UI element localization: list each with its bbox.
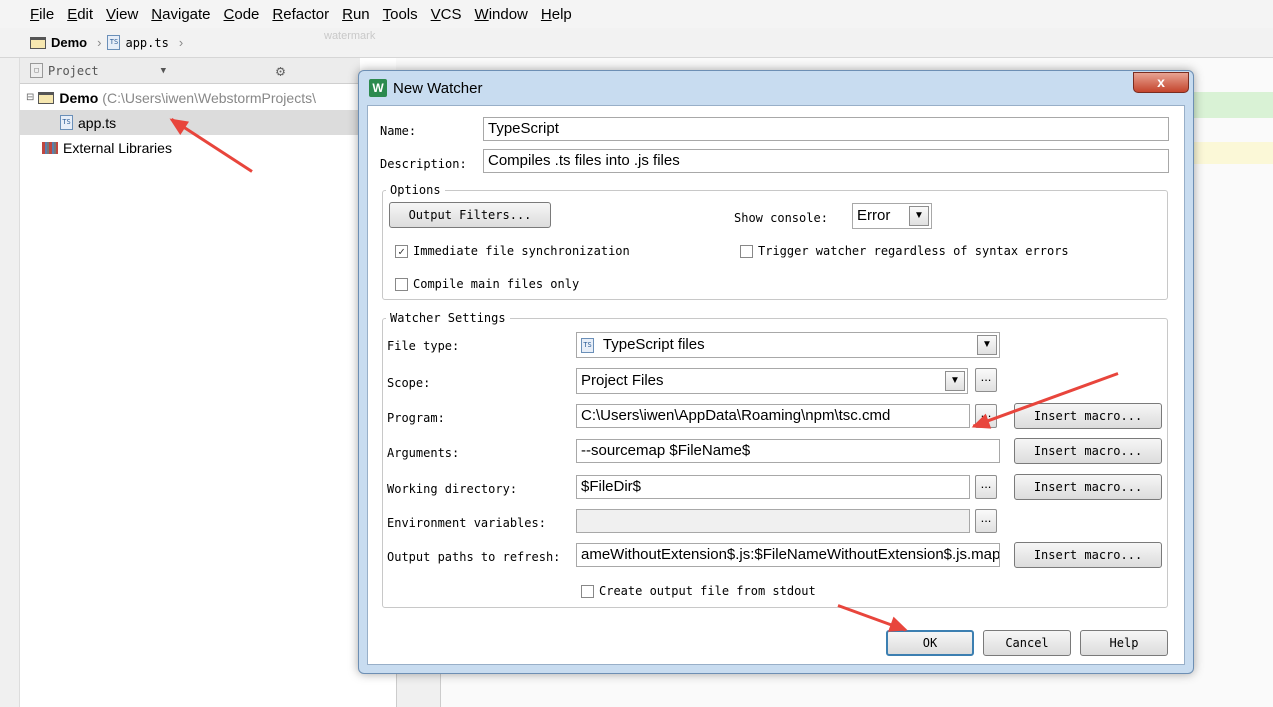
- project-panel-title[interactable]: Project: [48, 64, 99, 78]
- environment-variables-browse-button[interactable]: ...: [975, 509, 997, 533]
- checkbox-checked-icon: ✓: [395, 244, 408, 258]
- description-input[interactable]: Compiles .ts files into .js files: [483, 149, 1169, 173]
- tool-window-strip: [0, 58, 20, 707]
- output-filters-button[interactable]: Output Filters...: [389, 202, 551, 228]
- help-button[interactable]: Help: [1080, 630, 1168, 656]
- project-tree: ⊟ Demo (C:\Users\iwen\WebstormProjects\ …: [20, 85, 360, 160]
- arguments-input[interactable]: --sourcemap $FileName$: [576, 439, 1000, 463]
- editor-gutter: [396, 672, 441, 707]
- description-label: Description:: [380, 157, 467, 171]
- immediate-sync-checkbox[interactable]: ✓ Immediate file synchronization: [395, 244, 630, 258]
- output-paths-insert-macro-button[interactable]: Insert macro...: [1014, 542, 1162, 568]
- typescript-file-icon: TS: [581, 337, 594, 353]
- scope-label: Scope:: [387, 376, 431, 390]
- editor-highlight: [1190, 142, 1273, 164]
- working-directory-browse-button[interactable]: ...: [975, 475, 997, 499]
- menu-view[interactable]: View: [106, 6, 138, 23]
- chevron-down-icon[interactable]: ▼: [909, 206, 929, 226]
- menu-navigate[interactable]: Navigate: [151, 6, 210, 23]
- webstorm-icon: W: [369, 79, 387, 97]
- working-directory-insert-macro-button[interactable]: Insert macro...: [1014, 474, 1162, 500]
- program-insert-macro-button[interactable]: Insert macro...: [1014, 403, 1162, 429]
- output-paths-label: Output paths to refresh:: [387, 550, 561, 564]
- environment-variables-label: Environment variables:: [387, 516, 546, 530]
- trigger-regardless-checkbox[interactable]: Trigger watcher regardless of syntax err…: [740, 244, 1069, 258]
- program-input[interactable]: C:\Users\iwen\AppData\Roaming\npm\tsc.cm…: [576, 404, 970, 428]
- options-group-title: Options: [386, 183, 445, 197]
- chevron-down-icon[interactable]: ▼: [977, 335, 997, 355]
- dialog-body: Name: TypeScript Description: Compiles .…: [367, 105, 1185, 665]
- menu-refactor[interactable]: Refactor: [272, 6, 329, 23]
- library-icon: [42, 141, 58, 154]
- menu-vcs[interactable]: VCS: [431, 6, 462, 23]
- file-type-select[interactable]: TS TypeScript files ▼: [576, 332, 1000, 358]
- dialog-titlebar[interactable]: W New Watcher x: [359, 71, 1193, 105]
- show-console-select[interactable]: Error ▼: [852, 203, 932, 229]
- breadcrumb-file[interactable]: TS app.ts: [107, 35, 169, 50]
- typescript-file-icon: TS: [107, 35, 121, 50]
- dialog-title: New Watcher: [393, 79, 483, 97]
- arguments-label: Arguments:: [387, 446, 460, 460]
- chevron-right-icon: ›: [97, 35, 102, 50]
- folder-icon: [30, 36, 46, 49]
- collapse-icon[interactable]: ⊟: [26, 92, 34, 103]
- name-input[interactable]: TypeScript: [483, 117, 1169, 141]
- typescript-file-icon: TS: [60, 115, 73, 130]
- menu-run[interactable]: Run: [342, 6, 370, 23]
- project-panel-header: □ Project ▼ ⚙: [20, 58, 360, 84]
- menu-tools[interactable]: Tools: [383, 6, 418, 23]
- menu-help[interactable]: Help: [541, 6, 572, 23]
- working-directory-label: Working directory:: [387, 482, 518, 496]
- compile-main-checkbox[interactable]: Compile main files only: [395, 277, 579, 291]
- name-label: Name:: [380, 124, 417, 138]
- tree-item-external-libraries[interactable]: External Libraries: [20, 135, 360, 160]
- working-directory-input[interactable]: $FileDir$: [576, 475, 970, 499]
- show-console-label: Show console:: [734, 211, 828, 225]
- output-paths-input[interactable]: ameWithoutExtension$.js:$FileNameWithout…: [576, 543, 1000, 567]
- create-output-checkbox[interactable]: Create output file from stdout: [581, 584, 816, 598]
- scope-select[interactable]: Project Files ▼: [576, 368, 968, 394]
- menu-window[interactable]: Window: [475, 6, 528, 23]
- scope-browse-button[interactable]: ...: [975, 368, 997, 392]
- chevron-right-icon: ›: [178, 35, 184, 50]
- tree-item-demo[interactable]: ⊟ Demo (C:\Users\iwen\WebstormProjects\: [20, 85, 360, 110]
- new-watcher-dialog: W New Watcher x Name: TypeScript Descrip…: [358, 70, 1194, 674]
- project-view-icon: □: [30, 63, 43, 78]
- close-icon: x: [1157, 74, 1165, 90]
- folder-icon: [38, 91, 55, 104]
- arguments-insert-macro-button[interactable]: Insert macro...: [1014, 438, 1162, 464]
- breadcrumb-project[interactable]: Demo: [30, 35, 87, 50]
- program-label: Program:: [387, 411, 445, 425]
- environment-variables-input[interactable]: [576, 509, 970, 533]
- menu-code[interactable]: Code: [224, 6, 260, 23]
- watcher-settings-title: Watcher Settings: [386, 311, 510, 325]
- close-button[interactable]: x: [1133, 72, 1189, 93]
- editor-highlight: [1190, 92, 1273, 118]
- settings-icon[interactable]: ⚙: [276, 62, 285, 80]
- checkbox-unchecked-icon: [581, 584, 594, 598]
- menu-bar: File Edit View Navigate Code Refactor Ru…: [0, 0, 1273, 28]
- menu-file[interactable]: File: [30, 6, 54, 23]
- menu-edit[interactable]: Edit: [67, 6, 93, 23]
- file-type-label: File type:: [387, 339, 460, 353]
- chevron-down-icon[interactable]: ▼: [161, 66, 166, 76]
- checkbox-unchecked-icon: [395, 277, 408, 291]
- checkbox-unchecked-icon: [740, 244, 753, 258]
- cancel-button[interactable]: Cancel: [983, 630, 1071, 656]
- chevron-down-icon[interactable]: ▼: [945, 371, 965, 391]
- navigation-bar: Demo › TS app.ts ›: [0, 28, 1273, 58]
- watermark: watermark: [324, 30, 376, 42]
